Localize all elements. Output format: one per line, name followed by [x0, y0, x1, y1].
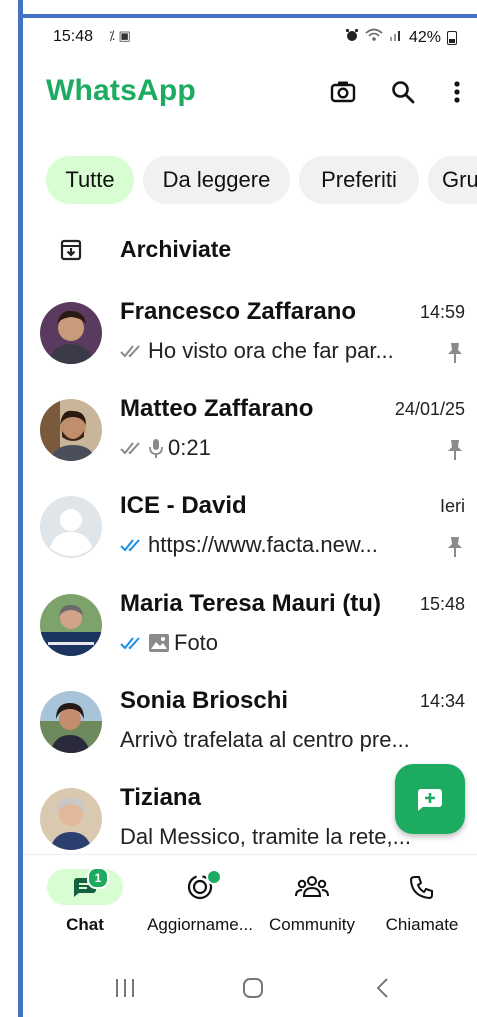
search-icon[interactable] [387, 76, 419, 108]
chat-row[interactable]: ICE - David Ieri https://www.facta.new..… [23, 486, 477, 582]
preview-text: Ho visto ora che far par... [148, 338, 394, 363]
chat-preview: 0:21 [120, 435, 211, 461]
preview-text: 0:21 [168, 435, 211, 460]
pin-icon [447, 342, 463, 369]
avatar [40, 399, 102, 461]
avatar [40, 691, 102, 753]
archived-row[interactable]: Archiviate [23, 226, 477, 276]
chip-gruppi[interactable]: Gru [428, 156, 477, 204]
back-icon[interactable] [371, 976, 395, 1005]
chat-row[interactable]: Francesco Zaffarano 14:59 Ho visto ora c… [23, 292, 477, 388]
double-check-blue-icon [120, 637, 140, 650]
chat-time: 15:48 [419, 594, 465, 614]
nav-updates[interactable]: Aggiorname... [145, 869, 255, 949]
chat-name: Francesco Zaffarano [120, 298, 357, 325]
preview-text: Dal Messico, tramite la rete,... [120, 824, 411, 849]
chat-name: Maria Teresa Mauri (tu) [120, 590, 381, 617]
chat-row[interactable]: Sonia Brioschi 14:34 Arrivò trafelata al… [23, 681, 477, 777]
chip-da-leggere[interactable]: Da leggere [143, 156, 290, 204]
double-check-icon [120, 345, 140, 358]
phone-icon [409, 876, 433, 900]
pin-icon [447, 536, 463, 563]
wifi-icon [365, 28, 383, 47]
nav-updates-pill [162, 869, 238, 905]
chat-preview: Ho visto ora che far par... [120, 338, 394, 364]
chat-preview: Arrivò trafelata al centro pre... [120, 727, 410, 753]
notification-icons: ⁒ ▣ [109, 28, 131, 43]
camera-icon[interactable] [327, 76, 359, 108]
avatar [40, 594, 102, 656]
chat-time: Ieri [439, 496, 465, 516]
alarm-icon [345, 28, 359, 47]
preview-text: https://www.facta.new... [148, 532, 378, 557]
avatar [40, 496, 102, 558]
archive-icon [59, 238, 83, 267]
mic-icon [149, 439, 163, 458]
chip-preferiti[interactable]: Preferiti [299, 156, 419, 204]
nav-calls-label: Chiamate [385, 915, 459, 934]
filter-chips: Tutte Da leggere Preferiti Gru [46, 156, 477, 206]
nav-chat-label: Chat [66, 915, 104, 934]
avatar [40, 788, 102, 850]
new-chat-icon [418, 789, 442, 811]
chat-preview: Foto [120, 630, 218, 656]
archived-label: Archiviate [120, 236, 232, 262]
system-nav-bar [23, 966, 477, 1014]
bottom-nav: 1 Chat Aggiorname... Community Chiamate [23, 854, 477, 965]
battery-icon [447, 30, 457, 45]
nav-community[interactable]: Community [257, 869, 367, 949]
photo-icon [149, 634, 169, 652]
chip-tutte[interactable]: Tutte [46, 156, 134, 204]
nav-updates-label: Aggiorname... [147, 915, 253, 934]
new-chat-button[interactable] [395, 764, 465, 834]
chat-time: 24/01/25 [394, 399, 465, 419]
nav-calls-pill [384, 869, 460, 905]
chat-row[interactable]: Maria Teresa Mauri (tu) 15:48 Foto [23, 584, 477, 680]
status-right: 42% [345, 28, 457, 47]
chat-preview: Dal Messico, tramite la rete,... [120, 824, 411, 850]
avatar [40, 302, 102, 364]
nav-calls[interactable]: Chiamate [367, 869, 477, 949]
status-bar: 15:48 ⁒ ▣ 42% [53, 26, 457, 50]
pin-icon [447, 439, 463, 466]
nav-community-pill [274, 869, 350, 905]
nav-chat-pill: 1 [47, 867, 123, 905]
chat-time: 14:59 [419, 302, 465, 322]
double-check-icon [120, 442, 140, 455]
chat-name: ICE - David [120, 492, 247, 519]
more-vert-icon[interactable] [441, 76, 473, 108]
battery-text: 42% [408, 28, 441, 46]
status-time: 15:48 [53, 28, 94, 45]
home-icon[interactable] [241, 976, 265, 1005]
double-check-blue-icon [120, 539, 140, 552]
nav-community-label: Community [269, 915, 355, 934]
nav-chat[interactable]: 1 Chat [30, 867, 140, 949]
chat-time: 14:34 [419, 691, 465, 711]
preview-text: Arrivò trafelata al centro pre... [120, 727, 410, 752]
chat-name: Tiziana [120, 784, 201, 811]
recent-apps-icon[interactable] [113, 976, 137, 1005]
phone-screen: 15:48 ⁒ ▣ 42% WhatsApp Tutte Da leggere … [23, 18, 477, 1017]
community-icon [295, 876, 329, 897]
updates-dot [206, 869, 222, 885]
chat-preview: https://www.facta.new... [120, 532, 378, 558]
chat-name: Sonia Brioschi [120, 687, 289, 714]
chat-row[interactable]: Matteo Zaffarano 24/01/25 0:21 [23, 389, 477, 485]
preview-text: Foto [174, 630, 219, 655]
unread-badge: 1 [87, 867, 109, 889]
chat-name: Matteo Zaffarano [120, 395, 314, 422]
signal-icon [389, 28, 403, 47]
app-title: WhatsApp [46, 74, 196, 107]
